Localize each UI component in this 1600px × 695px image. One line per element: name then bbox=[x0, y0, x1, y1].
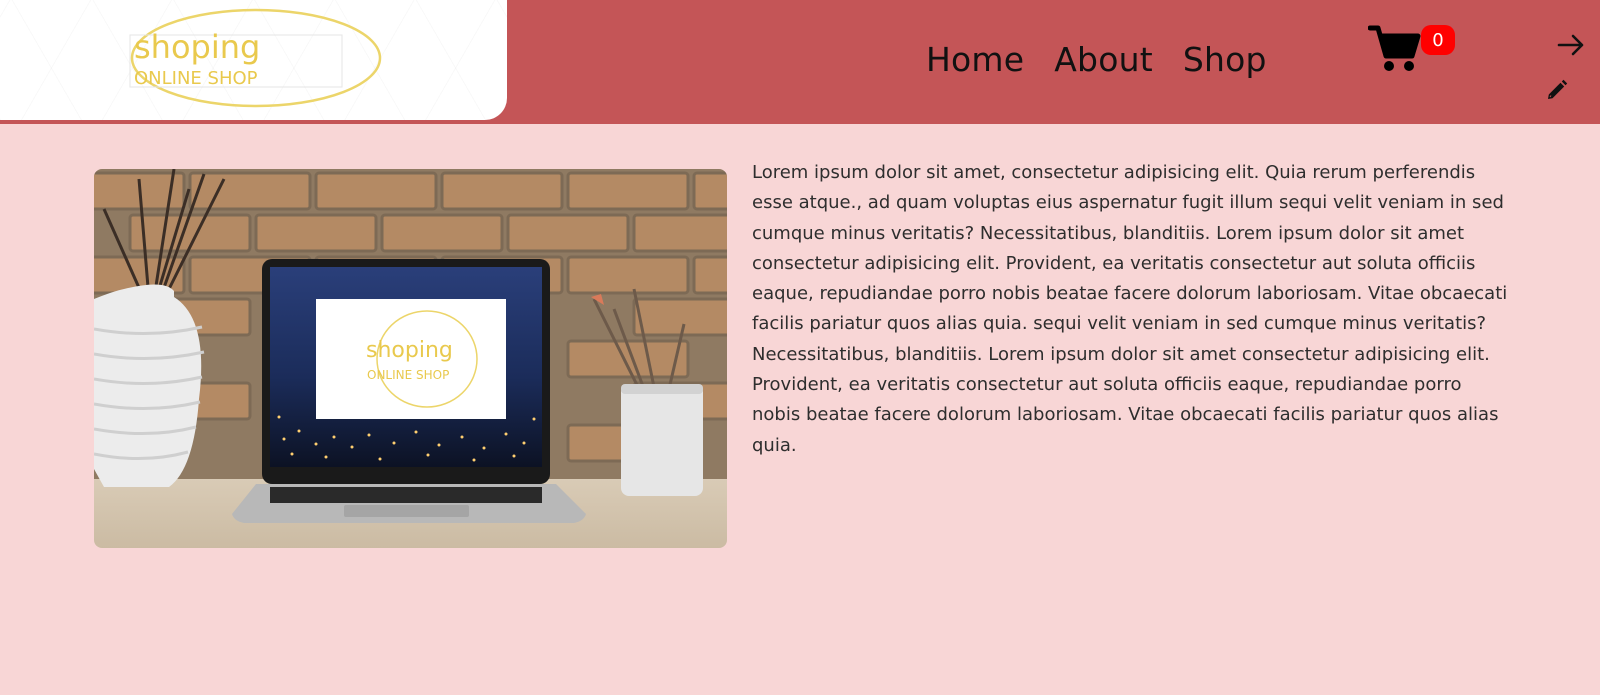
logo-container[interactable]: shoping ONLINE SHOP bbox=[0, 0, 507, 120]
shop-logo: shoping ONLINE SHOP bbox=[129, 8, 382, 108]
screen-logo-tagline: ONLINE SHOP bbox=[367, 368, 449, 382]
arrow-right-icon bbox=[1557, 34, 1584, 56]
pencil-icon bbox=[1548, 79, 1568, 99]
nav-about[interactable]: About bbox=[1054, 40, 1153, 79]
edit-button[interactable] bbox=[1545, 78, 1569, 102]
screen-logo-brand: shoping bbox=[366, 338, 453, 363]
nav-home[interactable]: Home bbox=[926, 40, 1024, 79]
nav-shop[interactable]: Shop bbox=[1183, 40, 1267, 79]
logo-brand-text: shoping bbox=[134, 28, 260, 66]
about-paragraph: Lorem ipsum dolor sit amet, consectetur … bbox=[752, 162, 1508, 456]
site-header: shoping ONLINE SHOP Home About Shop 0 bbox=[0, 0, 1600, 124]
cart-icon bbox=[1367, 25, 1421, 71]
logo-tagline-text: ONLINE SHOP bbox=[134, 68, 258, 89]
logout-button[interactable] bbox=[1556, 30, 1586, 60]
main-nav: Home About Shop bbox=[926, 40, 1267, 79]
cart-count-badge: 0 bbox=[1421, 25, 1455, 55]
hero-image: shoping ONLINE SHOP bbox=[94, 169, 727, 548]
